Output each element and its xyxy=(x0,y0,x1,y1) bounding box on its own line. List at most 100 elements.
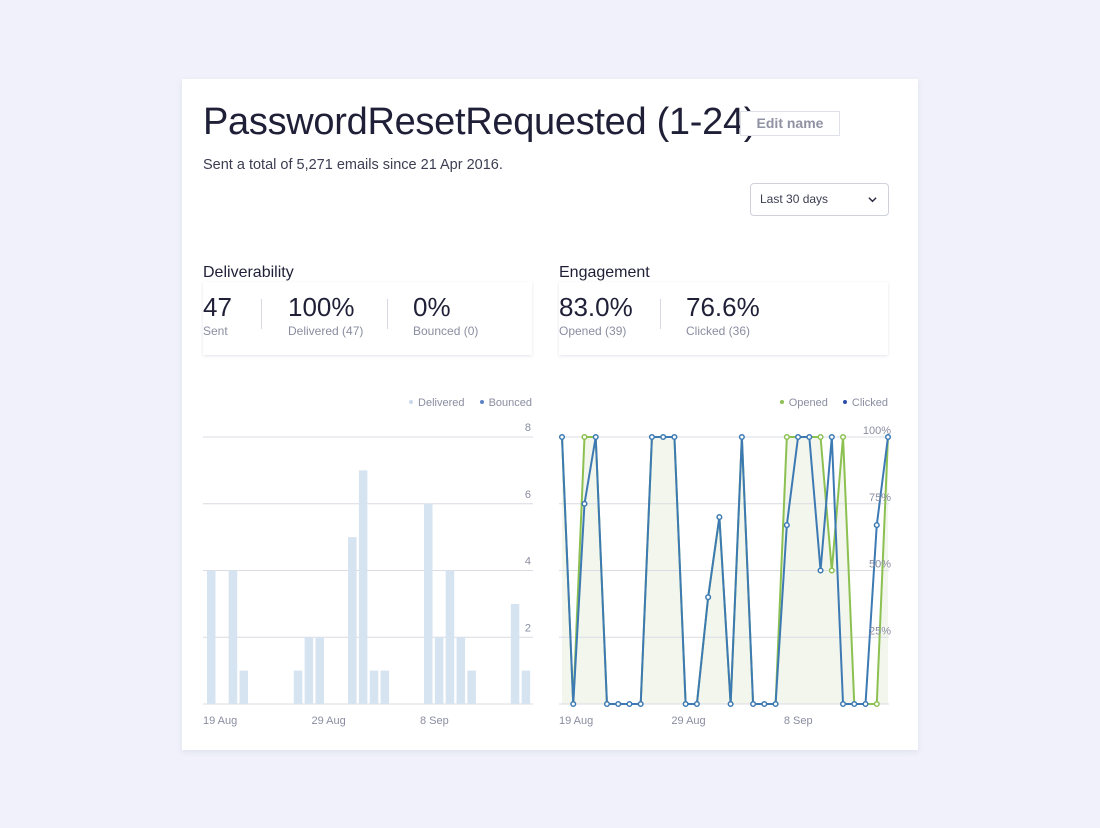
x-tick-label: 29 Aug xyxy=(312,715,346,727)
x-tick-label: 8 Sep xyxy=(420,715,449,727)
bar-delivered xyxy=(510,603,520,704)
legend-dot-icon xyxy=(842,400,847,405)
deliverability-heading: Deliverability xyxy=(203,264,294,281)
x-tick-label: 8 Sep xyxy=(784,715,813,727)
bar-delivered xyxy=(315,637,324,704)
clicked-point xyxy=(716,514,723,521)
bar-delivered xyxy=(304,637,314,704)
date-range-select[interactable]: Last 30 days xyxy=(750,183,889,216)
legend-dot-icon xyxy=(409,400,414,405)
engagement-stats: 83.0% Opened (39) 76.6% Clicked (36) xyxy=(559,282,888,355)
legend-label: Bounced xyxy=(488,397,532,409)
clicked-point xyxy=(615,700,622,708)
engagement-legend: Opened Clicked xyxy=(768,397,888,409)
bar-delivered xyxy=(434,637,444,704)
bar-delivered xyxy=(358,470,368,704)
stat-clicked: 76.6% Clicked (36) xyxy=(686,292,760,338)
stat-divider xyxy=(261,299,262,329)
clicked-point xyxy=(603,700,611,708)
bar-delivered xyxy=(207,570,216,704)
stat-value: 100% xyxy=(288,292,355,322)
bar-delivered xyxy=(239,670,249,704)
clicked-point xyxy=(682,700,689,708)
legend-label: Delivered xyxy=(418,397,465,409)
stat-value: 47 xyxy=(203,292,232,322)
stat-sent: 47 Sent xyxy=(203,292,232,338)
clicked-point xyxy=(817,567,824,574)
y-tick-label: 6 xyxy=(525,489,531,501)
y-tick-label: 8 xyxy=(525,422,531,434)
stat-label: Sent xyxy=(203,324,228,338)
clicked-point xyxy=(727,700,734,708)
clicked-point xyxy=(648,433,655,441)
clicked-point xyxy=(862,700,869,708)
bar-delivered xyxy=(228,570,238,704)
bar-delivered xyxy=(424,503,433,704)
clicked-point xyxy=(772,700,779,708)
deliverability-stats: 47 Sent 100% Delivered (47) 0% Bounced (… xyxy=(203,282,532,355)
clicked-point xyxy=(581,500,588,507)
stat-divider xyxy=(660,299,661,329)
stat-value: 0% xyxy=(413,292,451,322)
stat-opened: 83.0% Opened (39) xyxy=(559,292,633,338)
chevron-down-icon xyxy=(868,197,877,203)
clicked-point xyxy=(693,700,700,708)
legend-item-delivered[interactable]: Delivered xyxy=(409,397,465,409)
legend-item-opened[interactable]: Opened xyxy=(779,397,828,409)
opened-point xyxy=(581,433,588,441)
y-tick-label: 50% xyxy=(869,559,891,571)
clicked-point xyxy=(671,433,678,441)
clicked-point xyxy=(873,522,880,529)
clicked-point xyxy=(851,700,858,708)
stat-bounced: 0% Bounced (0) xyxy=(413,292,478,338)
engagement-heading: Engagement xyxy=(559,264,650,281)
delivered-bar-chart: 2 4 6 8 19 Aug 29 Aug 8 Sep xyxy=(203,422,533,727)
legend-label: Opened xyxy=(788,397,828,409)
clicked-point xyxy=(570,700,577,708)
bar-delivered xyxy=(348,537,357,704)
clicked-point xyxy=(761,700,768,708)
clicked-point xyxy=(795,433,802,441)
stat-value: 76.6% xyxy=(686,292,760,322)
total-sent-summary: Sent a total of 5,271 emails since 21 Ap… xyxy=(203,157,503,173)
legend-dot-icon xyxy=(779,400,784,405)
bar-delivered xyxy=(293,670,303,704)
legend-item-clicked[interactable]: Clicked xyxy=(842,397,888,409)
bar-delivered xyxy=(456,637,466,704)
bar-delivered xyxy=(521,670,531,704)
y-tick-label: 4 xyxy=(525,556,531,568)
stat-label: Delivered (47) xyxy=(288,324,364,338)
legend-label: Clicked xyxy=(851,397,888,409)
opened-point xyxy=(783,433,790,441)
edit-name-button[interactable]: Edit name xyxy=(740,111,840,136)
bar-delivered xyxy=(467,670,476,704)
bar-delivered xyxy=(369,670,379,704)
clicked-point xyxy=(592,433,599,441)
stat-label: Clicked (36) xyxy=(686,324,751,338)
opened-point xyxy=(839,433,847,441)
legend-dot-icon xyxy=(479,400,484,405)
page-title: PasswordResetRequested (1-24) xyxy=(203,101,757,143)
clicked-point xyxy=(660,433,667,441)
clicked-point xyxy=(738,433,745,441)
stat-value: 83.0% xyxy=(559,292,633,322)
y-tick-label: 25% xyxy=(869,625,891,637)
bar-delivered xyxy=(380,670,390,704)
legend-item-bounced[interactable]: Bounced xyxy=(479,397,532,409)
clicked-point xyxy=(750,700,757,708)
opened-point xyxy=(817,433,824,441)
stat-delivered: 100% Delivered (47) xyxy=(288,292,363,338)
engagement-line-chart: 25% 50% 75% 100% 19 Aug 29 Aug 8 Sep xyxy=(558,425,891,727)
clicked-point xyxy=(783,522,790,529)
clicked-point xyxy=(558,433,566,441)
bar-delivered xyxy=(445,570,455,704)
clicked-point xyxy=(839,700,847,708)
opened-point xyxy=(828,567,835,574)
stat-label: Bounced (0) xyxy=(413,324,479,338)
stats-card: PasswordResetRequested (1-24) Edit name … xyxy=(182,79,918,750)
stat-divider xyxy=(387,299,388,329)
deliverability-legend: Delivered Bounced xyxy=(397,397,532,409)
clicked-point xyxy=(806,433,813,441)
clicked-point xyxy=(626,700,633,708)
x-tick-label: 19 Aug xyxy=(559,715,593,727)
